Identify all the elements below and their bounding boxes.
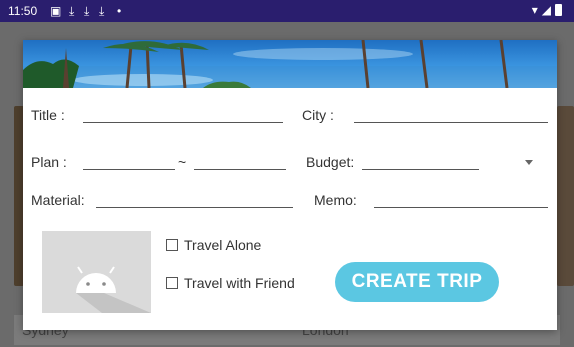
background-card-right (557, 106, 574, 286)
create-trip-button[interactable]: CREATE TRIP (335, 262, 499, 302)
plan-label: Plan : (31, 154, 67, 170)
travel-with-friend-checkbox[interactable] (166, 277, 178, 289)
travel-alone-label: Travel Alone (184, 237, 262, 253)
budget-label: Budget: (306, 154, 355, 170)
plan-start-input[interactable] (83, 169, 175, 170)
trip-image-placeholder[interactable] (42, 231, 151, 313)
memo-input[interactable] (374, 207, 548, 208)
title-input[interactable] (83, 122, 283, 123)
travel-alone-option[interactable]: Travel Alone (166, 237, 261, 253)
notification-a-icon: ▣ (50, 4, 62, 18)
plan-end-input[interactable] (194, 169, 286, 170)
city-input[interactable] (354, 122, 548, 123)
travel-alone-checkbox[interactable] (166, 239, 178, 251)
memo-label: Memo: (314, 192, 357, 208)
city-label: City : (302, 107, 334, 123)
travel-with-friend-label: Travel with Friend (184, 275, 295, 291)
status-bar: 11:50 ▣ ⤓ ⤓ ⤓ • ▾ ◢ (0, 0, 574, 22)
android-icon (76, 266, 151, 313)
battery-icon (555, 4, 562, 16)
wifi-icon: ▾ (531, 3, 538, 17)
material-input[interactable] (96, 207, 293, 208)
budget-input[interactable] (362, 169, 479, 170)
travel-with-friend-option[interactable]: Travel with Friend (166, 275, 295, 291)
download-icon: ⤓ (84, 4, 90, 18)
status-time: 11:50 (8, 4, 38, 18)
dot-icon: • (117, 4, 122, 18)
banner-image (23, 40, 557, 88)
cell-signal-icon: ◢ (541, 3, 551, 17)
plan-separator: ~ (178, 154, 187, 170)
download-icon: ⤓ (99, 4, 105, 18)
create-trip-dialog: Title : City : Plan : ~ Budget: Material… (23, 40, 557, 330)
download-icon: ⤓ (69, 4, 75, 18)
budget-dropdown-icon[interactable] (525, 160, 533, 165)
material-label: Material: (31, 192, 85, 208)
title-label: Title : (31, 107, 65, 123)
